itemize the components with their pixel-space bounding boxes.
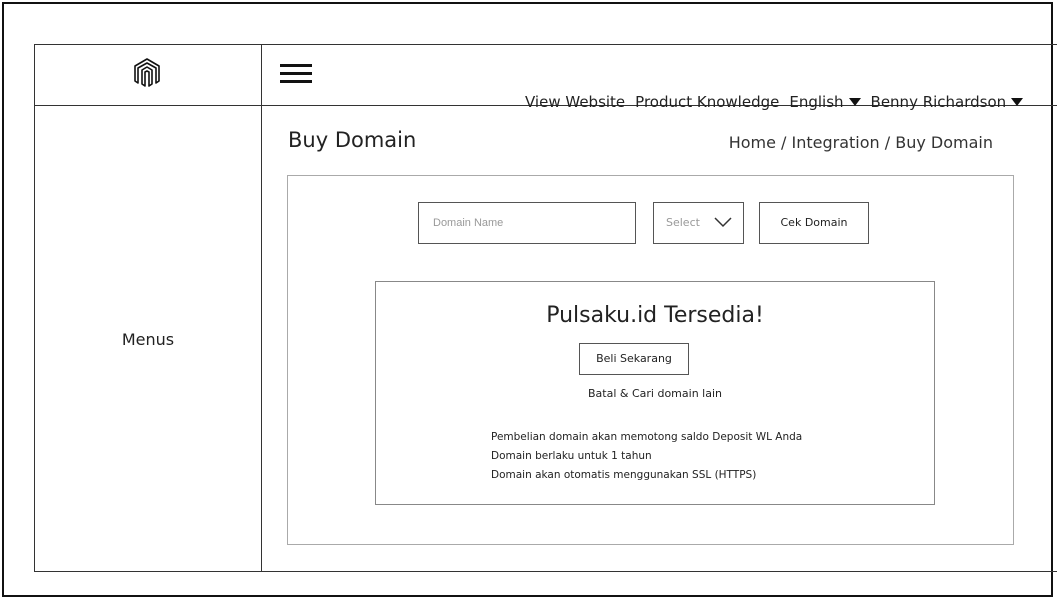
tld-select[interactable]: Select [653,202,744,244]
cancel-search-label: Batal & Cari domain lain [588,387,722,400]
hamburger-line [280,64,312,67]
sidebar-menus-label: Menus [121,330,175,349]
availability-title: Pulsaku.id Tersedia! [546,303,764,328]
page-title: Buy Domain [288,128,417,152]
nav-product-knowledge-label: Product Knowledge [635,93,780,111]
cek-domain-label: Cek Domain [780,216,848,229]
tld-select-value: Select [666,216,700,229]
note-item: Domain akan otomatis menggunakan SSL (HT… [491,469,757,481]
purchase-notes: Pembelian domain akan memotong saldo Dep… [491,428,802,485]
chevron-down-icon [714,217,732,228]
hamburger-menu-icon[interactable] [280,64,312,84]
result-card: Pulsaku.id Tersedia! Beli Sekarang Batal… [375,281,935,505]
top-navigation: View Website Product Knowledge English B… [525,89,1024,115]
hamburger-line [280,72,312,75]
content-card: Domain Name Select Cek Domain Pulsaku.id… [287,175,1014,545]
sidebar-divider [261,45,262,571]
caret-down-icon [1011,98,1024,106]
hamburger-line [280,80,312,83]
note-item: Pembelian domain akan memotong saldo Dep… [491,431,803,443]
buy-now-button[interactable]: Beli Sekarang [579,343,689,375]
domain-name-placeholder: Domain Name [433,217,504,229]
buy-now-label: Beli Sekarang [596,352,672,365]
language-label: English [789,93,844,111]
language-dropdown[interactable]: English [789,93,861,111]
domain-name-input[interactable]: Domain Name [418,202,636,244]
caret-down-icon [848,98,861,106]
nav-product-knowledge[interactable]: Product Knowledge [635,93,779,111]
cek-domain-button[interactable]: Cek Domain [759,202,869,244]
user-dropdown[interactable]: Benny Richardson [871,93,1024,111]
breadcrumb: Home / Integration / Buy Domain [728,133,993,152]
nav-view-website[interactable]: View Website [525,93,625,111]
sidebar-menus: Menus [35,106,261,573]
cancel-search-link[interactable]: Batal & Cari domain lain [376,387,934,400]
note-item: Domain berlaku untuk 1 tahun [491,450,652,462]
logo-icon[interactable] [131,57,163,89]
nav-view-website-label: View Website [525,93,626,111]
user-name-label: Benny Richardson [870,93,1007,111]
